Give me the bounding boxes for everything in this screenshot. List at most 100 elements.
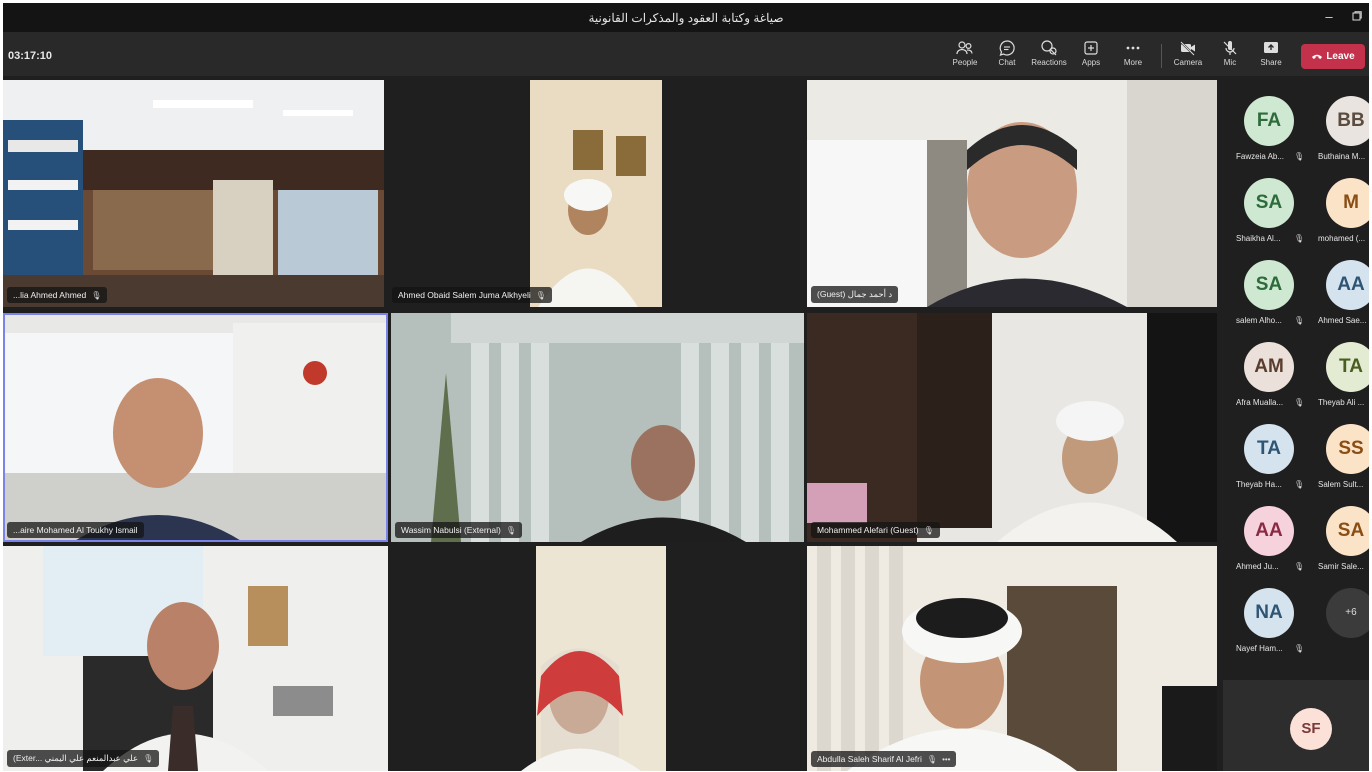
- video-tile[interactable]: Wassim Nabulsi (External) 🎙: [391, 313, 804, 542]
- mic-off-icon: 🎙: [1294, 234, 1305, 243]
- participant-label: Theyab Ali ...: [1318, 398, 1365, 407]
- meeting-toolbar: 03:17:10 People Chat Reactions Apps More…: [3, 32, 1369, 76]
- participant-name-tag: Abdulla Saleh Sharif Al Jefri 🎙 •••: [811, 751, 957, 767]
- mic-off-icon: 🎙: [1294, 562, 1305, 571]
- more-label: More: [1123, 58, 1143, 67]
- video-tile[interactable]: Ahmed Obaid Salem Juma Alkhyeli 🎙: [388, 80, 804, 307]
- toolbar-divider: [1161, 44, 1162, 68]
- participant-label: mohamed (...: [1318, 234, 1366, 243]
- participant-avatar[interactable]: AM: [1244, 342, 1294, 392]
- leave-label: Leave: [1326, 51, 1355, 62]
- participant-avatar[interactable]: AA: [1244, 506, 1294, 556]
- participant-label: Shaikha Al...: [1236, 234, 1281, 243]
- participant-label: Nayef Ham...: [1236, 644, 1283, 653]
- video-tile[interactable]: Mohammed Alefari (Guest) 🎙: [807, 313, 1217, 542]
- mic-off-icon: 🎙: [926, 755, 938, 764]
- share-icon: [1264, 42, 1278, 53]
- camera-off-icon: [1180, 41, 1195, 56]
- video-feed: [807, 313, 1217, 542]
- mic-label: Mic: [1223, 58, 1237, 67]
- mic-off-icon: 🎙: [535, 291, 546, 300]
- participant-name-tag: Mohammed Alefari (Guest) 🎙: [811, 522, 940, 538]
- participant-label: Ahmed Sae...: [1318, 316, 1367, 325]
- mic-off-icon: 🎙: [1294, 152, 1305, 161]
- mic-off-icon: 🎙: [143, 754, 154, 763]
- participant-avatar[interactable]: AA: [1326, 260, 1369, 310]
- chat-icon: [999, 40, 1015, 56]
- mic-off-icon: 🎙: [1294, 398, 1305, 407]
- share-label: Share: [1260, 58, 1282, 67]
- participant-label: Samir Sale...: [1318, 562, 1364, 571]
- more-button[interactable]: More: [1113, 38, 1153, 67]
- participant-avatar[interactable]: FA: [1244, 96, 1294, 146]
- apps-label: Apps: [1081, 58, 1101, 67]
- video-feed: [391, 313, 804, 542]
- people-icon: [956, 41, 973, 55]
- video-tile[interactable]: 🎙: [391, 546, 804, 771]
- more-options-icon[interactable]: •••: [942, 755, 950, 764]
- mic-off-icon: 🎙: [1294, 480, 1305, 489]
- participant-name: ...lia Ahmed Ahmed: [13, 290, 87, 300]
- minimize-icon[interactable]: –: [1319, 7, 1339, 27]
- participant-name-tag: Wassim Nabulsi (External) 🎙: [395, 522, 522, 538]
- people-label: People: [952, 58, 978, 67]
- video-tile[interactable]: (Guest) د أحمد جمال: [807, 80, 1217, 307]
- participant-avatar[interactable]: SA: [1244, 260, 1294, 310]
- chat-button[interactable]: Chat: [987, 38, 1027, 67]
- mic-off-icon: 🎙: [91, 291, 102, 300]
- mic-off-icon: 🎙: [923, 526, 934, 535]
- restore-icon[interactable]: [1347, 7, 1367, 27]
- participant-name: Abdulla Saleh Sharif Al Jefri: [817, 754, 922, 764]
- participant-name-tag: Ahmed Obaid Salem Juma Alkhyeli 🎙: [392, 287, 552, 303]
- video-feed: [3, 313, 388, 542]
- participant-name: ...aire Mohamed Al Toukhy Ismail: [13, 525, 138, 535]
- mic-off-icon: [1223, 41, 1237, 55]
- participant-label: Fawzeia Ab...: [1236, 152, 1285, 161]
- video-feed: [388, 80, 804, 307]
- participant-name-tag: ...aire Mohamed Al Toukhy Ismail: [7, 522, 144, 538]
- participant-avatar[interactable]: TA: [1244, 424, 1294, 474]
- video-tile[interactable]: ...lia Ahmed Ahmed 🎙: [3, 80, 384, 307]
- participant-roster: FA Fawzeia Ab... 🎙 BB Buthaina M... SA Shaikha…: [1219, 76, 1369, 771]
- reactions-button[interactable]: Reactions: [1029, 38, 1069, 67]
- participant-avatar[interactable]: NA: [1244, 588, 1294, 638]
- mic-off-icon: 🎙: [1294, 644, 1305, 653]
- participant-label: Afra Mualla...: [1236, 398, 1284, 407]
- title-bar: صياغة وكتابة العقود والمذكرات القانونية …: [3, 3, 1369, 32]
- participant-avatar[interactable]: M: [1326, 178, 1369, 228]
- mic-off-icon: 🎙: [1294, 316, 1305, 325]
- video-feed: [3, 80, 384, 307]
- mic-button[interactable]: Mic: [1210, 38, 1250, 67]
- participant-label: Buthaina M...: [1318, 152, 1366, 161]
- participant-label: Theyab Ha...: [1236, 480, 1282, 489]
- more-participants-button[interactable]: +6: [1326, 588, 1369, 638]
- chat-label: Chat: [998, 58, 1016, 67]
- leave-button[interactable]: Leave: [1301, 44, 1365, 69]
- video-tile[interactable]: Abdulla Saleh Sharif Al Jefri 🎙 •••: [807, 546, 1217, 771]
- video-feed: [3, 546, 388, 771]
- participant-avatar[interactable]: BB: [1326, 96, 1369, 146]
- participant-avatar[interactable]: TA: [1326, 342, 1369, 392]
- people-button[interactable]: People: [945, 38, 985, 67]
- camera-button[interactable]: Camera: [1168, 38, 1208, 67]
- participant-name-tag: ...lia Ahmed Ahmed 🎙: [7, 287, 108, 303]
- participant-label: salem Alho...: [1236, 316, 1282, 325]
- apps-button[interactable]: Apps: [1071, 38, 1111, 67]
- video-tile[interactable]: (Exter... علي عبدالمنعم علي اليمني 🎙: [3, 546, 388, 771]
- participant-label: Ahmed Ju...: [1236, 562, 1279, 571]
- video-tile-active-speaker[interactable]: ...aire Mohamed Al Toukhy Ismail: [3, 313, 388, 542]
- video-feed: [391, 546, 804, 771]
- meeting-title: صياغة وكتابة العقود والمذكرات القانونية: [588, 11, 784, 25]
- video-feed: [807, 546, 1217, 771]
- mic-off-icon: 🎙: [505, 526, 516, 535]
- meeting-timer: 03:17:10: [8, 50, 53, 62]
- participant-avatar[interactable]: SA: [1326, 506, 1369, 556]
- participant-name: (Exter... علي عبدالمنعم علي اليمني: [13, 753, 139, 763]
- participant-avatar[interactable]: SA: [1244, 178, 1294, 228]
- share-button[interactable]: Share: [1251, 38, 1291, 67]
- self-view[interactable]: SF: [1223, 680, 1369, 771]
- participant-name-tag: (Exter... علي عبدالمنعم علي اليمني 🎙: [7, 750, 160, 767]
- participant-avatar[interactable]: SS: [1326, 424, 1369, 474]
- camera-label: Camera: [1173, 58, 1203, 67]
- participant-name: Ahmed Obaid Salem Juma Alkhyeli: [398, 290, 531, 300]
